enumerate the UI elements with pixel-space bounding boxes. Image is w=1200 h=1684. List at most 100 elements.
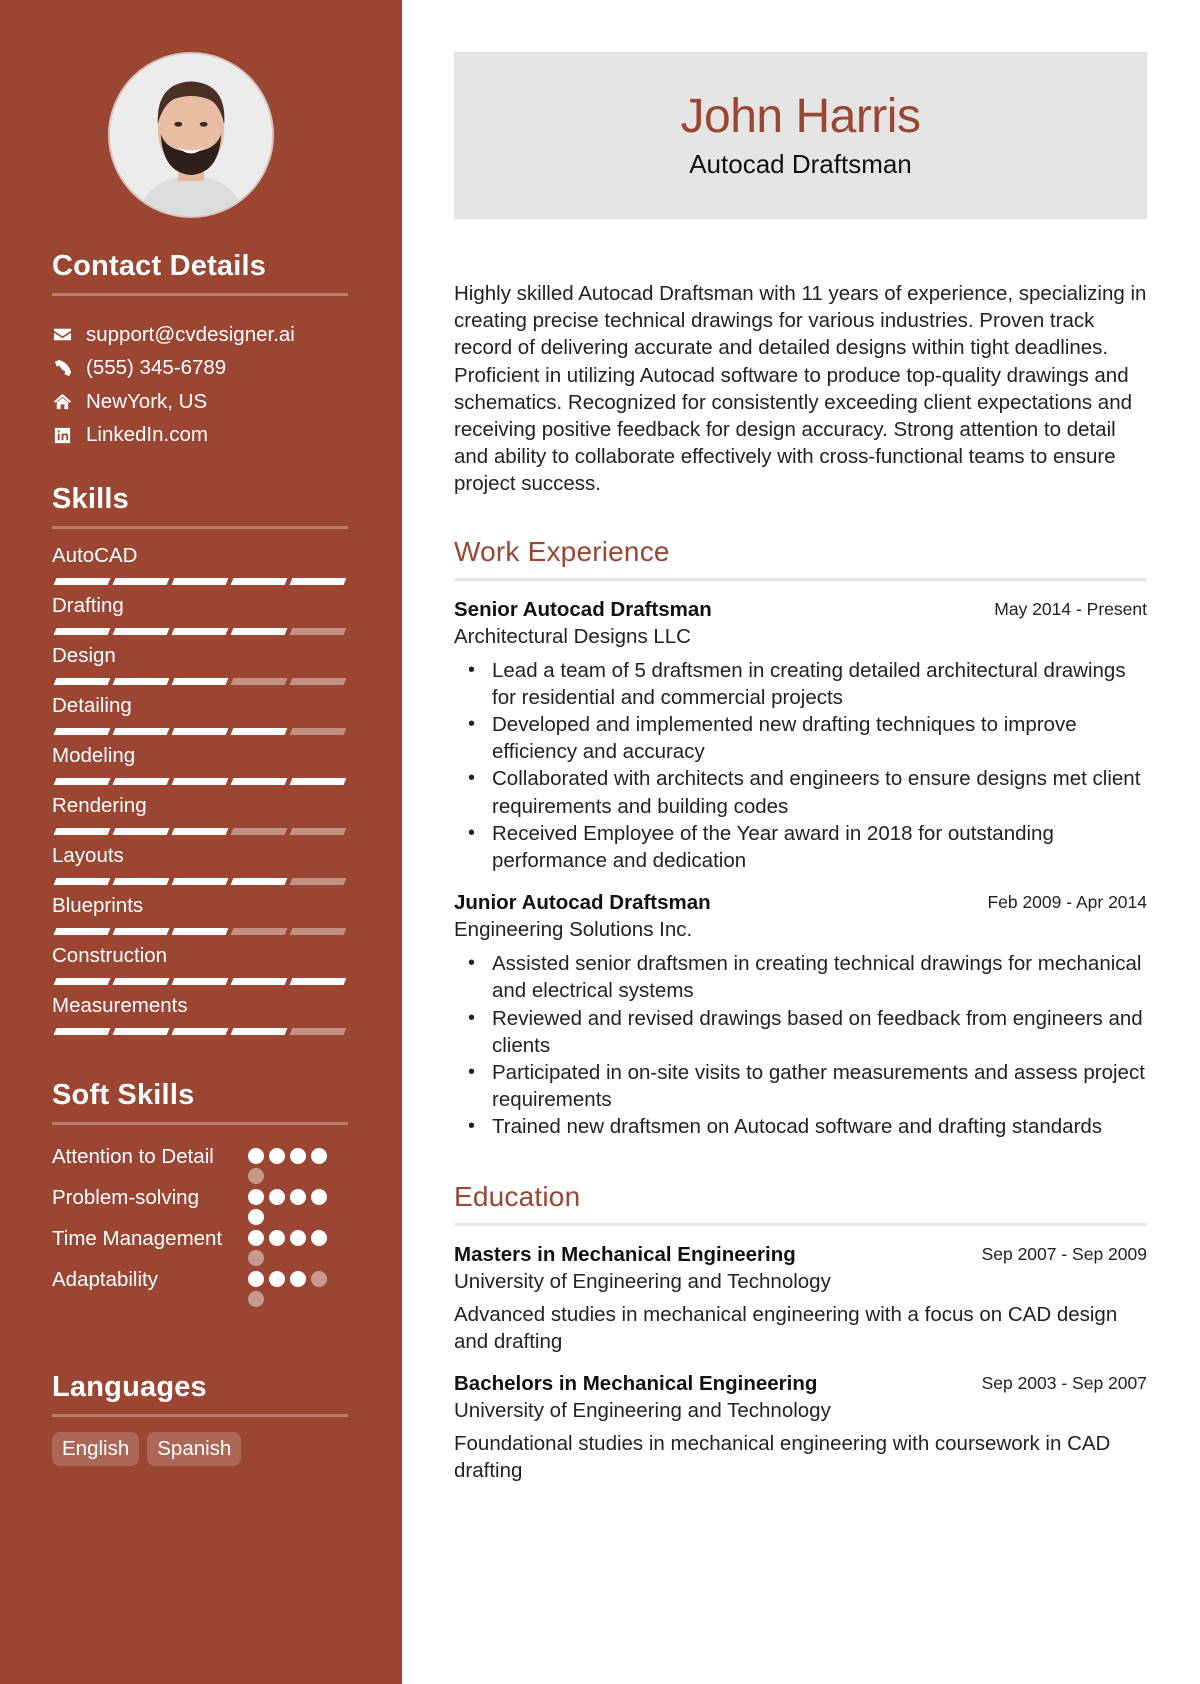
rating-segment-empty bbox=[230, 678, 288, 685]
job-bullet: Reviewed and revised drawings based on f… bbox=[454, 1005, 1147, 1059]
degree-title: Masters in Mechanical Engineering bbox=[454, 1242, 796, 1266]
skill-name: Measurements bbox=[52, 994, 188, 1017]
skill-name: Blueprints bbox=[52, 894, 144, 917]
rating-segment-filled bbox=[112, 728, 170, 735]
sidebar: Contact Details support@cvdesigner.ai (5… bbox=[0, 0, 402, 1684]
rating-segment-filled bbox=[53, 678, 111, 685]
rating-segment-filled bbox=[53, 878, 111, 885]
job-bullet: Collaborated with architects and enginee… bbox=[454, 765, 1147, 819]
linkedin-icon bbox=[52, 425, 72, 445]
main-content: John Harris Autocad Draftsman Highly ski… bbox=[454, 52, 1147, 1484]
divider bbox=[454, 1222, 1147, 1226]
rating-segment-empty bbox=[289, 678, 347, 685]
job-dates: Feb 2009 - Apr 2014 bbox=[987, 892, 1147, 913]
skill-name: Layouts bbox=[52, 844, 124, 867]
soft-skill-item: Attention to Detail bbox=[52, 1143, 348, 1184]
job-bullet: Trained new draftsmen on Autocad softwar… bbox=[454, 1113, 1147, 1140]
rating-segment-empty bbox=[289, 728, 347, 735]
rating-segment-filled bbox=[53, 978, 111, 985]
skill-name: Drafting bbox=[52, 594, 124, 617]
rating-segment-filled bbox=[112, 578, 170, 585]
rating-dot-filled bbox=[248, 1230, 264, 1246]
rating-segment-empty bbox=[289, 928, 347, 935]
soft-skill-name: Time Management bbox=[52, 1227, 223, 1250]
soft-skill-rating bbox=[248, 1143, 334, 1184]
soft-skill-item: Adaptability bbox=[52, 1266, 348, 1307]
soft-skill-rating bbox=[248, 1184, 334, 1225]
rating-segment-filled bbox=[171, 578, 229, 585]
rating-dot-filled bbox=[290, 1148, 306, 1164]
job-dates: May 2014 - Present bbox=[994, 598, 1147, 619]
education-heading: Education bbox=[454, 1180, 581, 1212]
rating-segment-filled bbox=[53, 828, 111, 835]
contact-linkedin[interactable]: LinkedIn.com bbox=[52, 419, 348, 453]
education-entry: Bachelors in Mechanical Engineering Sep … bbox=[454, 1371, 1147, 1484]
job-title: Senior Autocad Draftsman bbox=[454, 597, 712, 621]
education-section: Education Masters in Mechanical Engineer… bbox=[454, 1181, 1147, 1485]
skill-rating bbox=[52, 778, 348, 785]
rating-dot-filled bbox=[311, 1189, 327, 1205]
skill-rating bbox=[52, 928, 348, 935]
rating-segment-filled bbox=[53, 628, 111, 635]
soft-skills-list: Attention to Detail Problem-solving Time M… bbox=[52, 1143, 348, 1307]
rating-segment-filled bbox=[112, 678, 170, 685]
skill-name: Design bbox=[52, 644, 116, 667]
candidate-name: John Harris bbox=[680, 90, 921, 143]
rating-dot-empty bbox=[311, 1271, 327, 1287]
divider bbox=[454, 577, 1147, 581]
language-chip: English bbox=[52, 1432, 140, 1466]
rating-segment-filled bbox=[289, 978, 347, 985]
rating-segment-filled bbox=[112, 978, 170, 985]
job-bullet: Participated in on-site visits to gather… bbox=[454, 1059, 1147, 1113]
contact-section: Contact Details support@cvdesigner.ai (5… bbox=[52, 250, 348, 452]
job-bullet: Received Employee of the Year award in 2… bbox=[454, 820, 1147, 874]
rating-segment-filled bbox=[171, 678, 229, 685]
job-bullets: Assisted senior draftsmen in creating te… bbox=[454, 950, 1147, 1141]
contact-email-text: support@cvdesigner.ai bbox=[86, 322, 295, 346]
degree-title: Bachelors in Mechanical Engineering bbox=[454, 1372, 818, 1396]
rating-segment-filled bbox=[171, 978, 229, 985]
job-company: Engineering Solutions Inc. bbox=[454, 918, 693, 942]
rating-segment-filled bbox=[53, 928, 111, 935]
job-bullet: Lead a team of 5 draftsmen in creating d… bbox=[454, 657, 1147, 711]
job-entry: Junior Autocad Draftsman Feb 2009 - Apr … bbox=[454, 890, 1147, 1141]
skill-item: Blueprints bbox=[52, 893, 348, 943]
rating-dot-empty bbox=[248, 1291, 264, 1307]
rating-dot-filled bbox=[290, 1189, 306, 1205]
rating-segment-filled bbox=[171, 878, 229, 885]
rating-segment-empty bbox=[289, 828, 347, 835]
skill-rating bbox=[52, 578, 348, 585]
skill-rating bbox=[52, 878, 348, 885]
contact-location-text: NewYork, US bbox=[86, 389, 208, 413]
rating-segment-filled bbox=[171, 728, 229, 735]
rating-segment-empty bbox=[230, 928, 288, 935]
work-experience-section: Work Experience Senior Autocad Draftsman… bbox=[454, 536, 1147, 1141]
skill-item: AutoCAD bbox=[52, 543, 348, 593]
name-header: John Harris Autocad Draftsman bbox=[454, 52, 1147, 219]
contact-phone[interactable]: (555) 345-6789 bbox=[52, 352, 348, 386]
soft-skill-rating bbox=[248, 1225, 334, 1266]
contact-email[interactable]: support@cvdesigner.ai bbox=[52, 318, 348, 352]
rating-segment-empty bbox=[289, 628, 347, 635]
rating-dot-filled bbox=[311, 1230, 327, 1246]
rating-segment-filled bbox=[230, 728, 288, 735]
contact-list: support@cvdesigner.ai (555) 345-6789 New… bbox=[52, 318, 348, 452]
divider bbox=[52, 293, 348, 296]
skill-item: Drafting bbox=[52, 593, 348, 643]
contact-location: NewYork, US bbox=[52, 385, 348, 419]
skill-item: Design bbox=[52, 643, 348, 693]
skill-item: Measurements bbox=[52, 993, 348, 1043]
skill-name: Rendering bbox=[52, 794, 147, 817]
rating-dot-filled bbox=[248, 1148, 264, 1164]
rating-segment-filled bbox=[112, 928, 170, 935]
rating-dot-filled bbox=[290, 1230, 306, 1246]
skills-section: Skills AutoCAD Drafting Design Detailing Mod… bbox=[52, 483, 348, 1043]
soft-skill-name: Adaptability bbox=[52, 1268, 158, 1291]
skill-rating bbox=[52, 1028, 348, 1035]
rating-segment-filled bbox=[53, 1028, 111, 1035]
rating-segment-empty bbox=[289, 878, 347, 885]
candidate-title: Autocad Draftsman bbox=[689, 149, 912, 179]
rating-segment-filled bbox=[230, 1028, 288, 1035]
skills-heading: Skills bbox=[52, 483, 129, 515]
education-entry: Masters in Mechanical Engineering Sep 20… bbox=[454, 1242, 1147, 1355]
